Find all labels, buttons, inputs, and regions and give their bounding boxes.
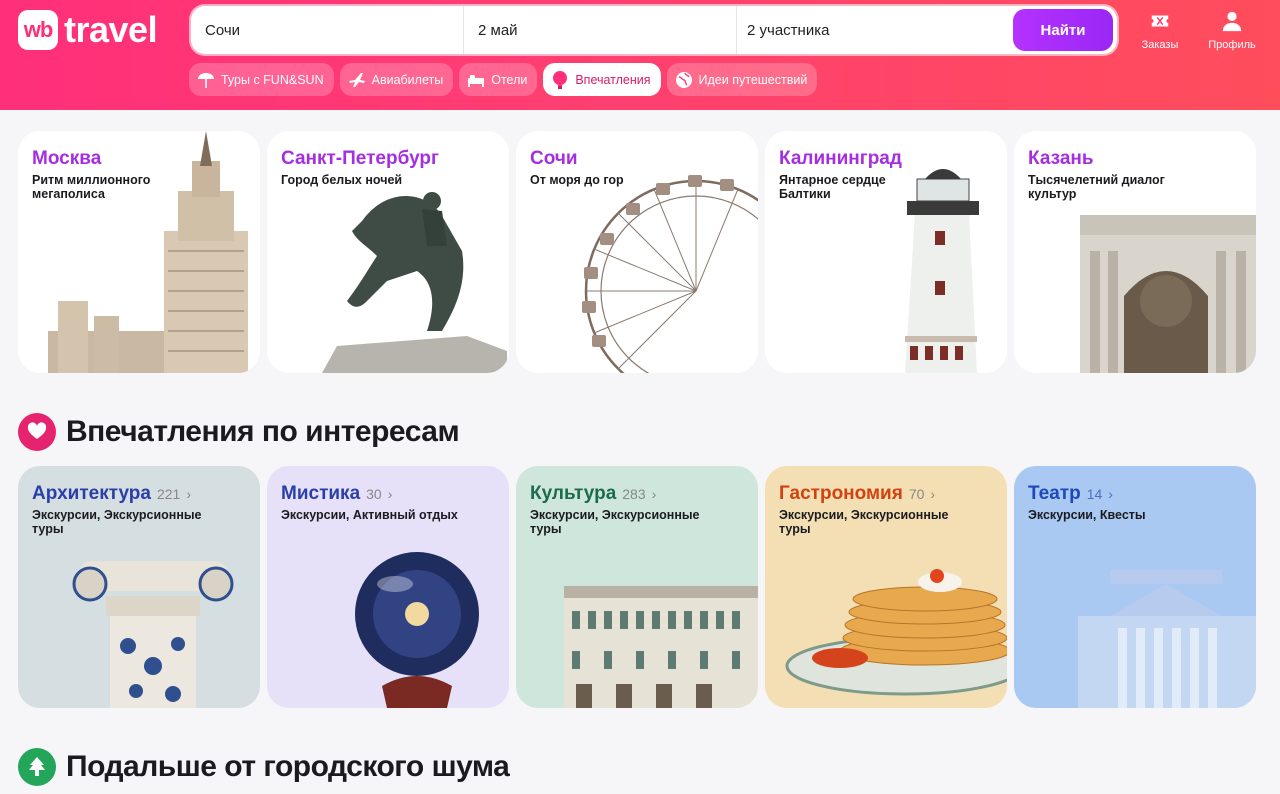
search-button[interactable]: Найти xyxy=(1013,9,1113,51)
bed-icon xyxy=(466,70,486,90)
orders-label: Заказы xyxy=(1141,39,1179,51)
logo-badge: wb xyxy=(18,10,58,50)
nature-title: Подальше от городского шума xyxy=(66,750,510,783)
interest-card-architecture[interactable]: Архитектура 221 › Экскурсии, Экскурсионн… xyxy=(18,466,260,708)
pancakes-illustration xyxy=(785,569,1007,696)
winter-palace-illustration xyxy=(564,586,758,708)
column-illustration xyxy=(72,561,234,708)
interest-card-theatre[interactable]: Театр 14 › Экскурсии, Квесты xyxy=(1014,466,1256,708)
search-bar: Сочи 2 май 2 участника Найти xyxy=(191,6,1117,54)
interest-cards: Архитектура 221 › Экскурсии, Экскурсионн… xyxy=(18,466,1256,708)
city-card-sochi[interactable]: Сочи От моря до гор xyxy=(516,131,758,373)
interest-card-mystic[interactable]: Мистика 30 › Экскурсии, Активный отдых xyxy=(267,466,509,708)
bolshoi-theatre-illustration xyxy=(1078,570,1256,708)
beach-umbrella-icon xyxy=(196,70,216,90)
city-card-kazan[interactable]: Казань Тысячелетний диалог культур xyxy=(1014,131,1256,373)
chip-experiences[interactable]: Впечатления xyxy=(543,63,661,96)
airplane-icon xyxy=(347,70,367,90)
nature-section-header: Подальше от городского шума xyxy=(18,748,510,786)
globe-icon xyxy=(674,70,694,90)
chip-hotels[interactable]: Отели xyxy=(459,63,538,96)
chip-travel-ideas[interactable]: Идеи путешествий xyxy=(666,63,818,96)
profile-button[interactable]: Профиль xyxy=(1200,10,1264,51)
chip-label: Туры с FUN&SUN xyxy=(221,72,324,87)
chip-label: Отели xyxy=(491,72,528,87)
lighthouse-illustration xyxy=(905,169,979,373)
city-card-spb[interactable]: Санкт-Петербург Город белых ночей xyxy=(267,131,509,373)
city-card-moscow[interactable]: Москва Ритм миллионного мегаполиса xyxy=(18,131,260,373)
ticket-icon xyxy=(1151,15,1169,27)
heart-icon xyxy=(18,413,56,451)
kazan-building-illustration xyxy=(1080,215,1256,373)
orders-button[interactable]: Заказы xyxy=(1128,10,1192,51)
interest-card-culture[interactable]: Культура 283 › Экскурсии, Экскурсионные … xyxy=(516,466,758,708)
wb-travel-logo[interactable]: wb travel xyxy=(18,9,158,50)
city-card-kaliningrad[interactable]: Калининград Янтарное сердце Балтики xyxy=(765,131,1007,373)
crystal-ball-illustration xyxy=(355,552,479,708)
interests-section-header: Впечатления по интересам xyxy=(18,413,460,451)
category-chips: Туры с FUN&SUN Авиабилеты Отели Впечатле… xyxy=(189,63,818,96)
chip-tours-funsun[interactable]: Туры с FUN&SUN xyxy=(189,63,334,96)
destination-field[interactable]: Сочи xyxy=(191,6,464,54)
balloon-icon xyxy=(550,70,570,90)
top-header: wb travel Сочи 2 май 2 участника Найти З… xyxy=(0,0,1280,110)
interests-title: Впечатления по интересам xyxy=(66,415,460,448)
ferris-wheel-illustration xyxy=(582,175,758,373)
tree-icon xyxy=(18,748,56,786)
bronze-horseman-illustration xyxy=(322,192,507,373)
user-icon xyxy=(1222,11,1242,32)
chip-label: Впечатления xyxy=(575,72,651,87)
moscow-university-illustration xyxy=(48,131,248,373)
date-field[interactable]: 2 май xyxy=(464,6,737,54)
profile-label: Профиль xyxy=(1208,39,1256,51)
interest-card-gastronomy[interactable]: Гастрономия 70 › Экскурсии, Экскурсионны… xyxy=(765,466,1007,708)
city-cards: Москва Ритм миллионного мегаполиса Санкт… xyxy=(18,131,1256,373)
chip-label: Авиабилеты xyxy=(371,72,444,87)
chip-label: Идеи путешествий xyxy=(698,72,808,87)
logo-text: travel xyxy=(64,9,158,50)
chip-flights[interactable]: Авиабилеты xyxy=(339,63,454,96)
